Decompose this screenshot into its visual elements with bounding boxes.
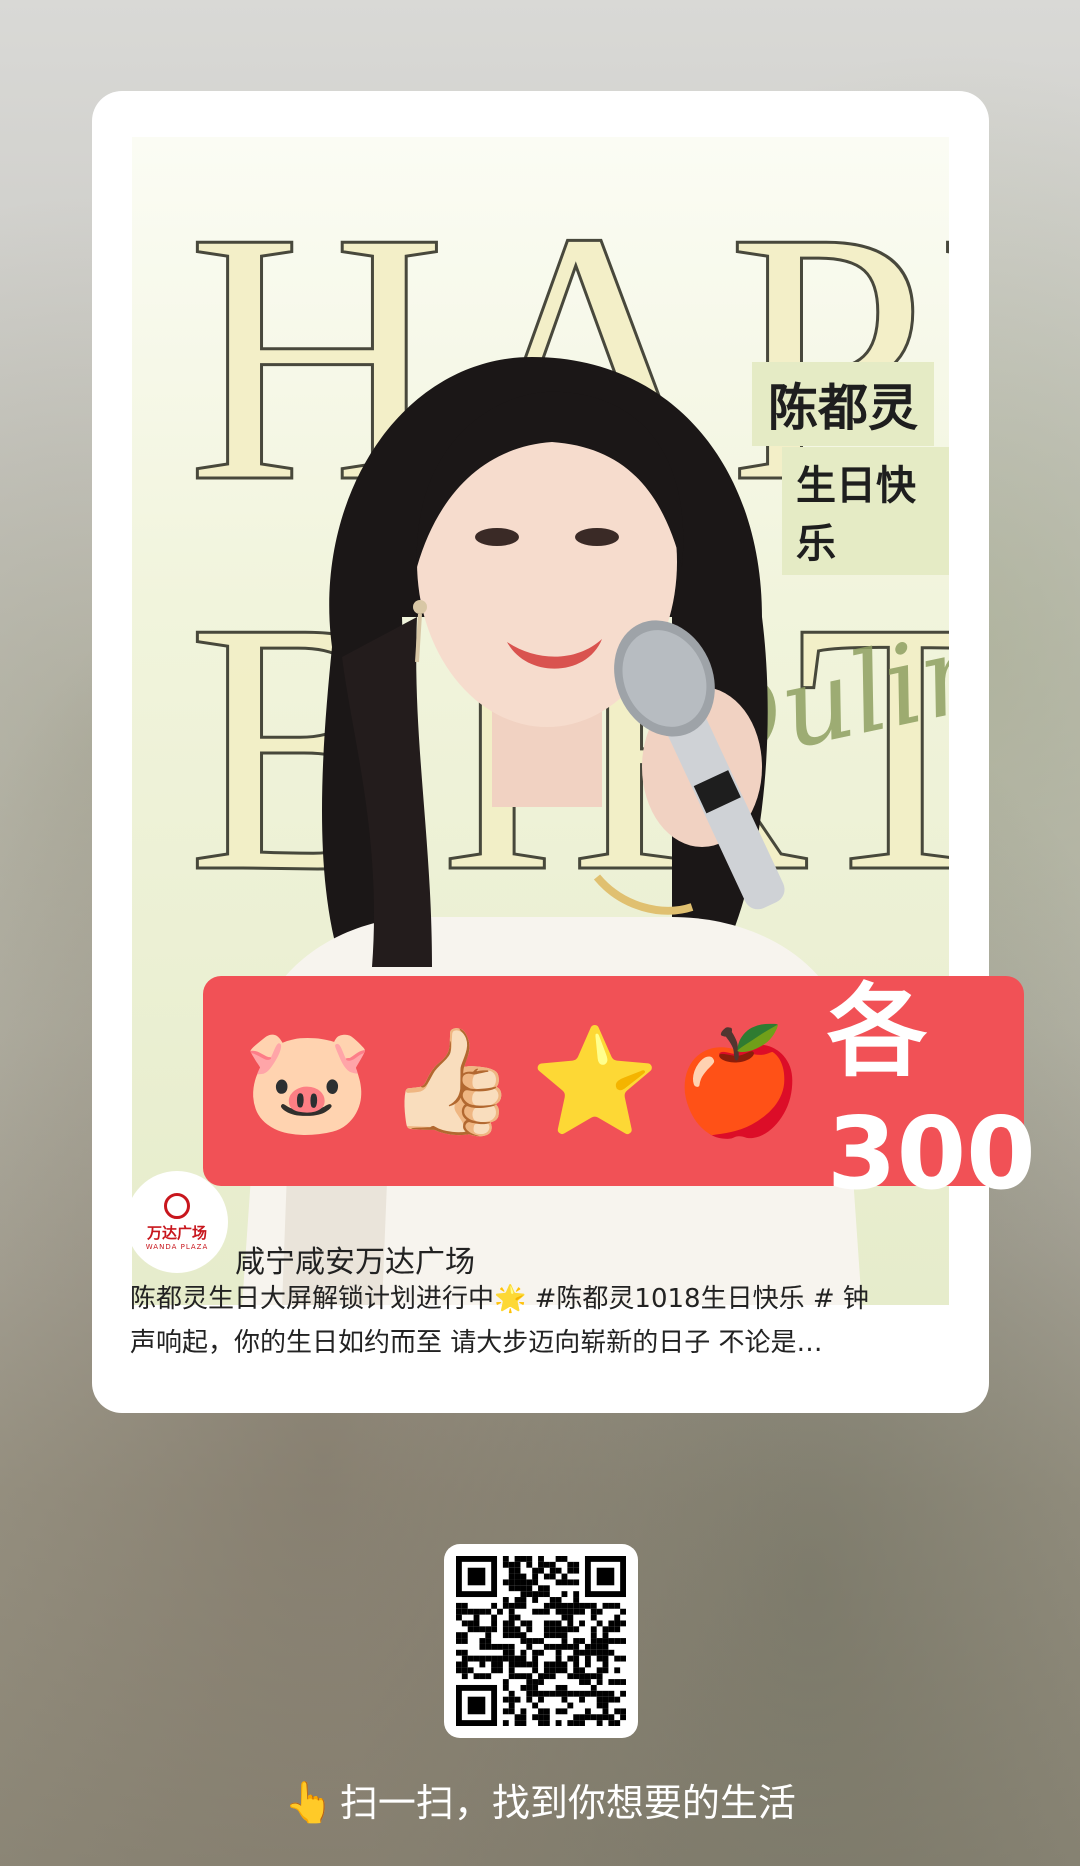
author-name[interactable]: 咸宁咸安万达广场 <box>235 1237 475 1281</box>
qr-code[interactable] <box>444 1544 638 1738</box>
wanda-logo-icon <box>164 1193 190 1219</box>
poster-name-label: 陈都灵 <box>752 362 934 446</box>
apple-icon: 🍎 <box>673 1020 804 1142</box>
brand-logo-sub: WANDA PLAZA <box>145 1243 209 1251</box>
star-icon: ⭐ <box>530 1020 660 1142</box>
poster-wish-label: 生日快乐 <box>782 447 949 575</box>
thumbs-up-icon: 👍🏻 <box>386 1020 517 1142</box>
qr-code-icon <box>456 1556 626 1726</box>
post-card[interactable]: HAPPY BIRTHDAY Duling <box>92 91 989 1413</box>
scan-hint-text: 扫一扫，找到你想要的生活 <box>339 1781 796 1825</box>
brand-logo-text: 万达广场 <box>146 1224 207 1242</box>
pointing-hand-icon: 👆 <box>284 1780 334 1826</box>
caption-line-1: 陈都灵生日大屏解锁计划进行中🌟 #陈都灵1018生日快乐 # 钟 <box>130 1284 869 1314</box>
scan-hint: 👆 扫一扫，找到你想要的生活 <box>0 1772 1080 1827</box>
brand-avatar[interactable]: 万达广场 WANDA PLAZA <box>126 1171 228 1273</box>
post-caption[interactable]: 陈都灵生日大屏解锁计划进行中🌟 #陈都灵1018生日快乐 # 钟 声响起，你的生… <box>130 1277 960 1365</box>
price-banner: 🐷 👍🏻 ⭐ 🍎 各300 <box>203 973 1036 1212</box>
price-text: 各300 <box>827 973 1036 1212</box>
pig-face-icon: 🐷 <box>243 1020 373 1142</box>
caption-line-2: 声响起，你的生日如约而至 请大步迈向崭新的日子 不论是… <box>130 1328 823 1358</box>
